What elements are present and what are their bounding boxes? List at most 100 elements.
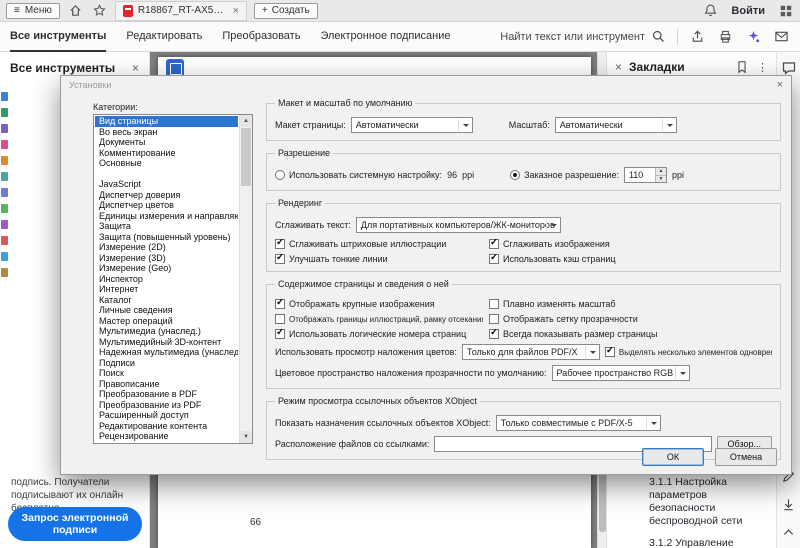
- spinner-up-icon[interactable]: ▲: [655, 168, 666, 176]
- category-item[interactable]: Редактирование контента: [95, 421, 238, 432]
- document-tab[interactable]: R18867_RT-AX58U... ×: [114, 0, 247, 21]
- category-item[interactable]: Во весь экран: [95, 127, 238, 138]
- category-item[interactable]: Защита (повышенный уровень): [95, 232, 238, 243]
- category-item[interactable]: Каталог: [95, 295, 238, 306]
- tool-icon[interactable]: [1, 172, 8, 181]
- bookmarks-close-icon[interactable]: ×: [615, 60, 622, 74]
- cancel-button[interactable]: Отмена: [715, 448, 777, 466]
- category-item[interactable]: Расширенный доступ: [95, 410, 238, 421]
- category-item[interactable]: JavaScript: [95, 179, 238, 190]
- ribbon-tab[interactable]: Все инструменты: [10, 22, 107, 52]
- custom-resolution-spinner[interactable]: 110 ▲ ▼: [623, 167, 667, 183]
- star-icon[interactable]: [91, 2, 108, 19]
- tool-icon[interactable]: [1, 92, 8, 101]
- category-item[interactable]: Диспетчер цветов: [95, 200, 238, 211]
- scroll-up-arrow-icon[interactable]: ▲: [240, 115, 252, 127]
- checkbox-show-art-trim-bleed[interactable]: Отображать границы иллюстраций, рамку от…: [275, 314, 483, 324]
- print-icon[interactable]: [717, 28, 734, 45]
- checkbox-shift-multiselect[interactable]: Выделять несколько элементов одновременн…: [604, 347, 772, 357]
- create-button[interactable]: + Создать: [253, 2, 318, 19]
- system-resolution-radio[interactable]: Использовать системную настройку:: [275, 170, 442, 180]
- category-item[interactable]: Диспетчер доверия: [95, 190, 238, 201]
- category-item[interactable]: [95, 169, 238, 180]
- ai-assistant-icon[interactable]: [745, 28, 762, 45]
- overprint-preview-select[interactable]: Только для файлов PDF/X: [461, 344, 600, 360]
- category-item[interactable]: Надежная мультимедиа (унаслед.): [95, 347, 238, 358]
- ribbon-tab[interactable]: Редактировать: [126, 22, 202, 52]
- request-esignature-button[interactable]: Запрос электронной подписи: [8, 507, 142, 541]
- category-item[interactable]: Инспектор: [95, 274, 238, 285]
- zoom-select[interactable]: Автоматически: [554, 117, 677, 133]
- ok-button[interactable]: ОК: [642, 448, 704, 466]
- bookmark-options-icon[interactable]: ⋮: [757, 61, 768, 74]
- download-arrow-icon[interactable]: [781, 497, 796, 512]
- category-item[interactable]: Измерение (Geo): [95, 263, 238, 274]
- category-item[interactable]: Мастер операций: [95, 316, 238, 327]
- checkbox-smooth-images[interactable]: Сглаживать изображения: [489, 239, 772, 249]
- category-item[interactable]: Преобразование из PDF: [95, 400, 238, 411]
- category-item[interactable]: Единицы измерения и направляющие: [95, 211, 238, 222]
- category-item[interactable]: Комментирование: [95, 148, 238, 159]
- category-item[interactable]: Службы Adobe Online: [95, 442, 238, 443]
- panel-close-icon[interactable]: ×: [132, 61, 139, 75]
- search-control[interactable]: Найти текст или инструмент: [500, 29, 666, 44]
- spinner-down-icon[interactable]: ▼: [655, 175, 666, 182]
- category-item[interactable]: Подписи: [95, 358, 238, 369]
- home-icon[interactable]: [67, 2, 84, 19]
- checkbox-smooth-line-art[interactable]: Сглаживать штриховые иллюстрации: [275, 239, 483, 249]
- tool-icon[interactable]: [1, 236, 8, 245]
- category-item[interactable]: Рецензирование: [95, 431, 238, 442]
- notification-bell-icon[interactable]: [702, 2, 719, 19]
- share-icon[interactable]: [689, 28, 706, 45]
- tool-icon[interactable]: [1, 220, 8, 229]
- checkbox-smooth-zoom[interactable]: Плавно изменять масштаб: [489, 299, 772, 309]
- category-item[interactable]: Мультимедиа (унаслед.): [95, 326, 238, 337]
- categories-scrollbar[interactable]: ▲ ▼: [239, 115, 252, 443]
- checkbox-enhance-thin-lines[interactable]: Улучшать тонкие линии: [275, 254, 483, 264]
- mail-icon[interactable]: [773, 28, 790, 45]
- signin-button[interactable]: Войти: [731, 5, 765, 17]
- category-item[interactable]: Основные: [95, 158, 238, 169]
- menu-button[interactable]: ≡ Меню: [6, 2, 60, 19]
- category-item[interactable]: Поиск: [95, 368, 238, 379]
- tool-icon[interactable]: [1, 108, 8, 117]
- tool-icon[interactable]: [1, 268, 8, 277]
- page-layout-select[interactable]: Автоматически: [350, 117, 473, 133]
- category-item[interactable]: Правописание: [95, 379, 238, 390]
- dialog-close-icon[interactable]: ×: [777, 79, 783, 91]
- category-item[interactable]: Мультимедийный 3D-контент: [95, 337, 238, 348]
- category-item[interactable]: Интернет: [95, 284, 238, 295]
- dialog-title-bar[interactable]: Установки ×: [61, 76, 791, 94]
- chevron-up-icon[interactable]: [781, 525, 796, 540]
- category-item[interactable]: Защита: [95, 221, 238, 232]
- bookmark-item[interactable]: 3.1.2 Управление сетевыми клиентами: [607, 537, 772, 548]
- tool-icon[interactable]: [1, 140, 8, 149]
- tool-icon[interactable]: [1, 252, 8, 261]
- bookmark-item[interactable]: 3.1.1 Настройка параметров безопасности …: [607, 476, 772, 537]
- comments-icon[interactable]: [781, 60, 797, 76]
- category-item[interactable]: Измерение (2D): [95, 242, 238, 253]
- tool-icon[interactable]: [1, 156, 8, 165]
- checkbox-use-page-cache[interactable]: Использовать кэш страниц: [489, 254, 772, 264]
- category-item[interactable]: Личные сведения: [95, 305, 238, 316]
- xobject-target-select[interactable]: Только совместимые с PDF/X-5: [495, 415, 661, 431]
- tab-close-icon[interactable]: ×: [230, 5, 238, 17]
- ribbon-tab[interactable]: Электронное подписание: [320, 22, 450, 52]
- add-bookmark-icon[interactable]: [735, 60, 749, 74]
- apps-grid-icon[interactable]: [777, 2, 794, 19]
- category-item[interactable]: Преобразование в PDF: [95, 389, 238, 400]
- tool-icon[interactable]: [1, 204, 8, 213]
- categories-scrollbar-thumb[interactable]: [241, 128, 251, 186]
- category-item[interactable]: Измерение (3D): [95, 253, 238, 264]
- tool-icon[interactable]: [1, 124, 8, 133]
- checkbox-always-show-page-size[interactable]: Всегда показывать размер страницы: [489, 329, 772, 339]
- scroll-down-arrow-icon[interactable]: ▼: [240, 431, 252, 443]
- ribbon-tab[interactable]: Преобразовать: [222, 22, 300, 52]
- blend-space-select[interactable]: Рабочее пространство RGB: [551, 365, 690, 381]
- checkbox-logical-page-numbers[interactable]: Использовать логические номера страниц: [275, 329, 483, 339]
- category-item[interactable]: Документы: [95, 137, 238, 148]
- checkbox-transparency-grid[interactable]: Отображать сетку прозрачности: [489, 314, 772, 324]
- checkbox-show-large-images[interactable]: Отображать крупные изображения: [275, 299, 483, 309]
- smooth-text-select[interactable]: Для портативных компьютеров/ЖК-мониторов: [355, 217, 561, 233]
- custom-resolution-radio[interactable]: Заказное разрешение:: [510, 170, 619, 180]
